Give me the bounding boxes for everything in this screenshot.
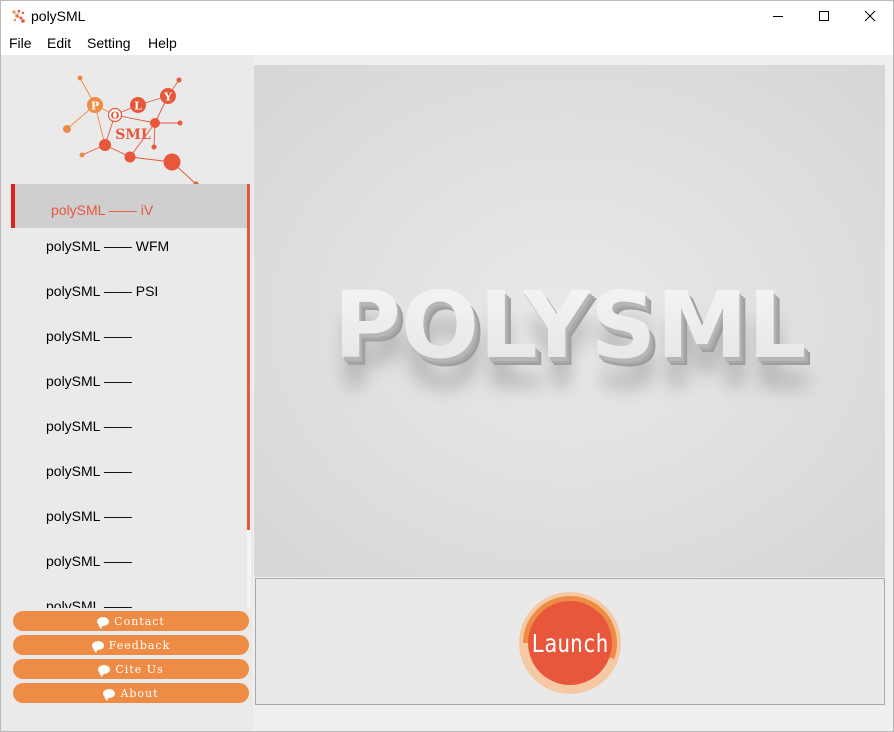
- nav-item-label: polySML —— iV: [51, 202, 154, 218]
- nav-item-label: polySML ——: [46, 553, 132, 569]
- active-indicator: [11, 184, 15, 228]
- close-icon: [864, 10, 876, 22]
- nav-item-label: polySML ——: [46, 373, 132, 389]
- module-list: polySML —— iV polySML —— WFM polySML —— …: [11, 184, 251, 608]
- maximize-button[interactable]: [801, 1, 847, 31]
- speech-bubble-icon: [103, 688, 116, 701]
- logo-letter-l: L: [134, 100, 142, 113]
- speech-bubble-icon: [91, 640, 104, 653]
- nav-item-label: polySML ——: [46, 463, 132, 479]
- app-icon: [12, 9, 25, 23]
- nav-item-label: polySML ——: [46, 598, 132, 608]
- maximize-icon: [819, 11, 829, 21]
- nav-item-label: polySML —— WFM: [46, 238, 170, 254]
- feedback-label: Feedback: [108, 638, 171, 652]
- banner-title: POLYSML: [334, 272, 807, 379]
- banner-text-art: POLYSML POLYSML POLYSML POLYSML POLYSML: [334, 272, 813, 409]
- menu-file[interactable]: File: [9, 35, 32, 51]
- nav-item-10[interactable]: polySML ——: [11, 584, 247, 608]
- logo-text-sml: SML: [115, 127, 151, 143]
- nav-item-label: polySML ——: [46, 418, 132, 434]
- nav-item-iv[interactable]: polySML —— iV: [11, 184, 247, 228]
- nav-item-6[interactable]: polySML ——: [11, 404, 247, 449]
- title-bar[interactable]: polySML: [1, 1, 893, 31]
- close-button[interactable]: [847, 1, 893, 31]
- about-label: About: [120, 686, 159, 700]
- launch-label: Launch: [531, 628, 609, 658]
- sidebar: P O L Y SML polySML —— iV polySML —— WFM…: [1, 55, 253, 731]
- cite-us-label: Cite Us: [115, 662, 164, 676]
- speech-bubble-icon: [97, 616, 110, 629]
- feedback-button[interactable]: Feedback: [13, 635, 249, 655]
- nav-item-8[interactable]: polySML ——: [11, 494, 247, 539]
- nav-item-wfm[interactable]: polySML —— WFM: [11, 224, 247, 269]
- logo-letter-o: O: [111, 111, 120, 122]
- nav-item-4[interactable]: polySML ——: [11, 314, 247, 359]
- launch-panel: Launch: [255, 578, 885, 705]
- nav-item-label: polySML ——: [46, 508, 132, 524]
- contact-label: Contact: [114, 614, 165, 628]
- logo-letter-y: Y: [163, 91, 172, 104]
- menu-edit[interactable]: Edit: [47, 35, 71, 51]
- window-title: polySML: [31, 8, 86, 24]
- nav-item-7[interactable]: polySML ——: [11, 449, 247, 494]
- nav-item-9[interactable]: polySML ——: [11, 539, 247, 584]
- nav-item-psi[interactable]: polySML —— PSI: [11, 269, 247, 314]
- polysml-banner: POLYSML POLYSML POLYSML POLYSML POLYSML: [254, 65, 885, 577]
- about-button[interactable]: About: [13, 683, 249, 703]
- minimize-icon: [773, 16, 783, 17]
- polysml-logo: P O L Y SML: [63, 75, 199, 185]
- nav-item-label: polySML —— PSI: [46, 283, 159, 299]
- app-window: polySML File Edit Setting Help P O L Y S…: [0, 0, 894, 732]
- scrollbar-thumb[interactable]: [247, 184, 250, 530]
- nav-item-5[interactable]: polySML ——: [11, 359, 247, 404]
- contact-button[interactable]: Contact: [13, 611, 249, 631]
- nav-item-label: polySML ——: [46, 328, 132, 344]
- menu-help[interactable]: Help: [148, 35, 177, 51]
- menu-setting[interactable]: Setting: [87, 35, 131, 51]
- cite-us-button[interactable]: Cite Us: [13, 659, 249, 679]
- menu-bar: File Edit Setting Help: [1, 31, 893, 55]
- speech-bubble-icon: [98, 664, 111, 677]
- logo-letter-p: P: [91, 100, 99, 113]
- launch-button[interactable]: Launch: [519, 592, 621, 694]
- minimize-button[interactable]: [755, 1, 801, 31]
